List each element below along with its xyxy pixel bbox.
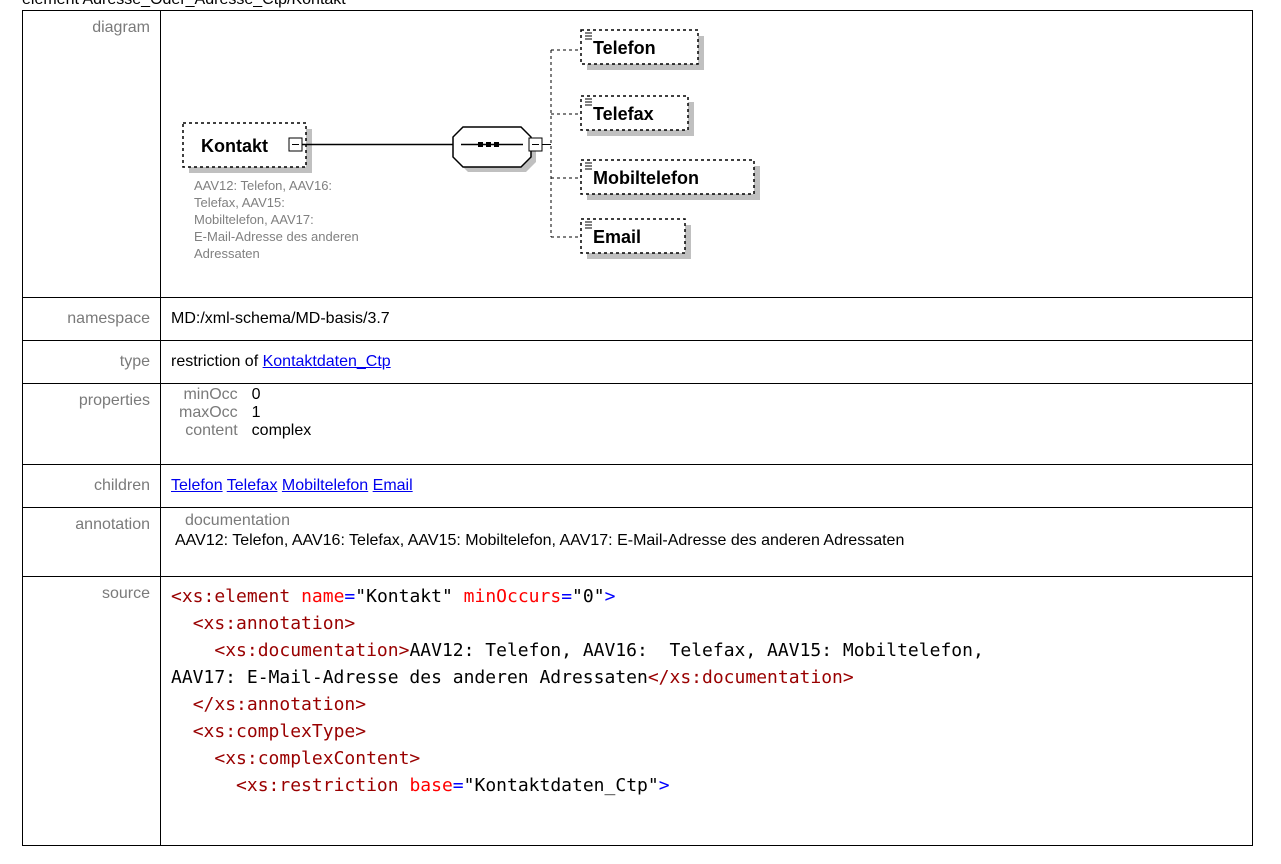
source-row: source <xs:element name="Kontakt" minOcc… [22, 576, 1253, 846]
src-tag: <xs:element [171, 586, 291, 607]
prop-key-maxocc: maxOcc [179, 404, 238, 421]
row-label-properties: properties [22, 383, 161, 465]
src-tag: <xs:complexType> [192, 721, 367, 742]
children-value: Telefon Telefax Mobiltelefon Email [160, 464, 1253, 508]
src-tag-end: > [604, 586, 616, 607]
kontakt-doc-line-1: AAV12: Telefon, AAV16: [194, 178, 332, 193]
src-attr-value: "Kontaktdaten_Ctp" [463, 775, 659, 796]
kontakt-doc-line-2: Telefax, AAV15: [194, 195, 285, 210]
type-row: type restriction of Kontaktdaten_Ctp [22, 340, 1253, 384]
type-link-kontaktdaten-ctp[interactable]: Kontaktdaten_Ctp [263, 353, 391, 370]
src-equals: = [561, 586, 573, 607]
diagram-child-email[interactable]: Email [551, 218, 691, 259]
src-text: AAV17: E-Mail-Adresse des anderen Adress… [171, 667, 648, 688]
schema-diagram: Kontakt AAV12: Telefon, AAV16: Telefax, … [182, 29, 760, 261]
src-attr-value: "Kontakt" [355, 586, 453, 607]
src-tag: </xs:documentation> [647, 667, 854, 688]
kontakt-label: Kontakt [201, 136, 268, 156]
kontakt-doc-line-5: Adressaten [194, 246, 260, 261]
src-attr-name: minOccurs [463, 586, 562, 607]
row-label-namespace: namespace [22, 297, 161, 341]
child-link-telefon[interactable]: Telefon [171, 477, 223, 494]
diagram-element-kontakt[interactable]: Kontakt [182, 122, 312, 173]
prop-value-maxocc: 1 [251, 404, 261, 421]
children-row: children Telefon Telefax Mobiltelefon Em… [22, 464, 1253, 508]
kontakt-doc-line-4: E-Mail-Adresse des anderen [194, 229, 359, 244]
src-tag: </xs:annotation> [192, 694, 367, 715]
prop-value-content: complex [251, 422, 312, 439]
sequence-compositor[interactable] [452, 126, 543, 172]
row-label-annotation: annotation [22, 507, 161, 577]
diagram-row: diagram Kontakt AAV12: Telefon, AAV16: T… [22, 10, 1253, 298]
row-label-type: type [22, 340, 161, 384]
namespace-value: MD:/xml-schema/MD-basis/3.7 [160, 297, 1253, 341]
diagram-child-telefax[interactable]: Telefax [551, 95, 694, 136]
src-text: AAV12: Telefon, AAV16: Telefax, AAV15: M… [409, 640, 984, 661]
properties-row: properties minOcc 0 maxOcc 1 content com… [22, 383, 1253, 465]
src-tag: <xs:complexContent> [214, 748, 421, 769]
src-equals: = [344, 586, 356, 607]
src-attr-name: base [409, 775, 453, 796]
type-prefix: restriction of [171, 353, 263, 370]
child-link-mobiltelefon[interactable]: Mobiltelefon [282, 477, 368, 494]
src-tag: <xs:documentation> [214, 640, 410, 661]
row-label-children: children [22, 464, 161, 508]
annotation-doc-label: documentation [185, 512, 290, 529]
src-tag-end: > [658, 775, 670, 796]
src-equals: = [452, 775, 464, 796]
annotation-doc-text: AAV12: Telefon, AAV16: Telefax, AAV15: M… [175, 532, 905, 549]
annotation-row: annotation documentation AAV12: Telefon,… [22, 507, 1253, 577]
element-doc-table: diagram Kontakt AAV12: Telefon, AAV16: T… [22, 10, 1253, 846]
prop-value-minocc: 0 [251, 386, 261, 403]
properties-grid: minOcc 0 maxOcc 1 content complex [171, 384, 311, 444]
kontakt-doc: AAV12: Telefon, AAV16: Telefax, AAV15: M… [194, 178, 359, 261]
kontakt-doc-line-3: Mobiltelefon, AAV17: [194, 212, 314, 227]
sequence-shape [452, 126, 532, 168]
source-code: <xs:element name="Kontakt" minOccurs="0"… [171, 577, 1252, 799]
diagram-child-mobiltelefon[interactable]: Mobiltelefon [551, 159, 760, 200]
type-value: restriction of Kontaktdaten_Ctp [160, 340, 1253, 384]
sequence-dot-1 [478, 142, 483, 147]
child-link-telefax[interactable]: Telefax [227, 477, 278, 494]
src-attr-name: name [301, 586, 345, 607]
sequence-dot-3 [494, 142, 499, 147]
sequence-dot-2 [486, 142, 491, 147]
annotation-value: documentation AAV12: Telefon, AAV16: Tel… [160, 507, 1253, 577]
telefon-label: Telefon [593, 38, 656, 58]
page-heading: element Adresse_Oder_Adresse_Ctp/Kontakt [22, 0, 346, 9]
diagram-child-telefon[interactable]: Telefon [551, 29, 704, 70]
child-link-email[interactable]: Email [373, 477, 413, 494]
properties-value: minOcc 0 maxOcc 1 content complex [160, 383, 1253, 465]
src-tag: <xs:restriction [236, 775, 399, 796]
namespace-row: namespace MD:/xml-schema/MD-basis/3.7 [22, 297, 1253, 341]
row-label-diagram: diagram [22, 10, 161, 298]
email-label: Email [593, 227, 641, 247]
row-label-source: source [22, 576, 161, 846]
mobiltelefon-label: Mobiltelefon [593, 168, 699, 188]
telefax-label: Telefax [593, 104, 654, 124]
diagram-cell: Kontakt AAV12: Telefon, AAV16: Telefax, … [160, 10, 1253, 298]
src-attr-value: "0" [572, 586, 605, 607]
src-tag: <xs:annotation> [192, 613, 356, 634]
source-value: <xs:element name="Kontakt" minOccurs="0"… [160, 576, 1253, 846]
prop-key-minocc: minOcc [183, 386, 238, 403]
prop-key-content: content [185, 422, 238, 439]
